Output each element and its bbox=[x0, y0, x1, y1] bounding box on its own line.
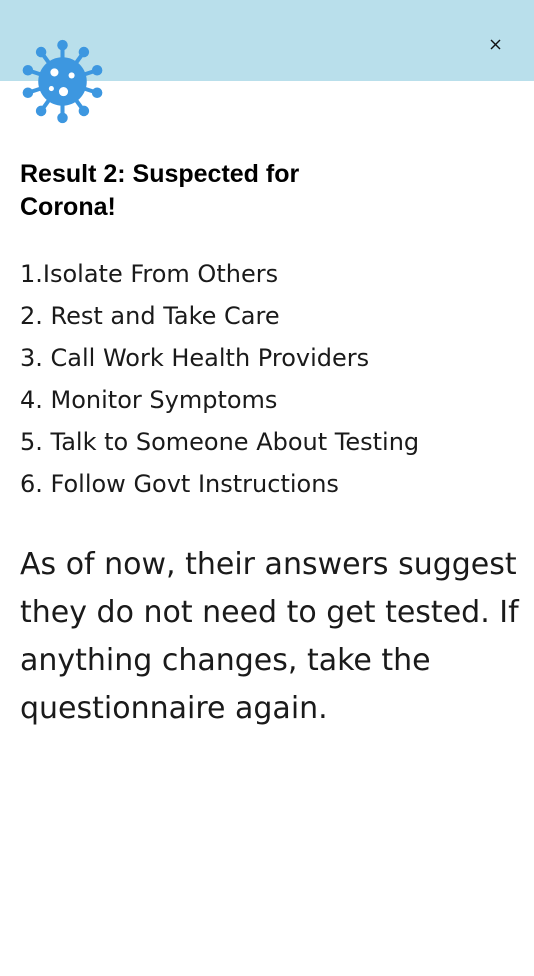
steps-list: 1.Isolate From Others 2. Rest and Take Ca… bbox=[20, 253, 419, 505]
close-button[interactable] bbox=[484, 33, 506, 55]
step-item: 5. Talk to Someone About Testing bbox=[20, 428, 420, 456]
virus-icon bbox=[22, 39, 103, 124]
step-item: 3. Call Work Health Providers bbox=[20, 344, 370, 372]
close-icon[interactable] bbox=[490, 39, 501, 50]
step-item: 4. Monitor Symptoms bbox=[20, 386, 278, 414]
step-item: 2. Rest and Take Care bbox=[20, 302, 280, 330]
step-item: 1.Isolate From Others bbox=[20, 260, 279, 288]
step-item: 6. Follow Govt Instructions bbox=[20, 470, 339, 498]
advice-text: As of now, their answers suggest they do… bbox=[20, 547, 519, 726]
result-title: Result 2: Suspected for Corona! bbox=[20, 160, 300, 221]
